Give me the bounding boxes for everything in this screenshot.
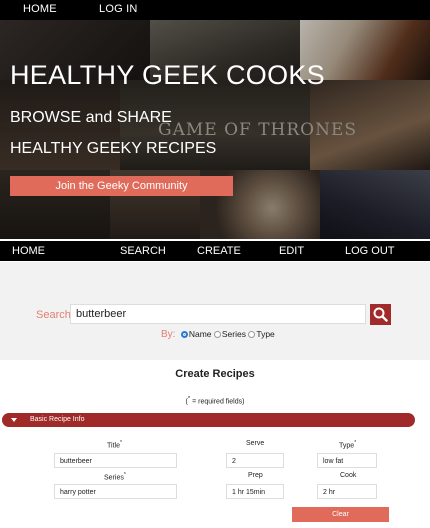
main-nav-logout-link[interactable]: LOG OUT bbox=[345, 245, 395, 257]
hero-title: HEALTHY GEEK COOKS bbox=[10, 60, 325, 90]
hero-banner: GAME OF THRONES HEALTHY GEEK COOKS BROWS… bbox=[0, 20, 430, 239]
prep-label: Prep bbox=[248, 472, 263, 479]
main-nav-search-link[interactable]: SEARCH bbox=[120, 245, 166, 257]
cook-field[interactable]: 2 hr bbox=[317, 484, 377, 499]
hero-subtitle: HEALTHY GEEKY RECIPES bbox=[10, 140, 217, 157]
chevron-down-icon bbox=[11, 418, 17, 422]
radio-name[interactable] bbox=[180, 331, 188, 338]
prep-field[interactable]: 1 hr 15min bbox=[226, 484, 284, 499]
serve-field[interactable]: 2 bbox=[226, 453, 284, 468]
search-input[interactable] bbox=[70, 304, 366, 324]
search-section: Search: By: Name Series Type bbox=[0, 262, 430, 360]
top-nav-login-link[interactable]: LOG IN bbox=[99, 3, 138, 15]
series-field[interactable]: harry potter bbox=[54, 484, 177, 499]
search-label: Search: bbox=[36, 309, 74, 321]
radio-type[interactable] bbox=[248, 331, 256, 338]
radio-series-label: Series bbox=[221, 329, 246, 339]
main-nav-edit-link[interactable]: EDIT bbox=[279, 245, 304, 257]
search-by-options: By: Name Series Type bbox=[161, 329, 275, 340]
type-field[interactable]: low fat bbox=[317, 453, 377, 468]
top-nav: HOME LOG IN bbox=[0, 0, 430, 20]
radio-type-label: Type bbox=[256, 329, 275, 339]
search-icon bbox=[373, 307, 388, 322]
serve-label: Serve bbox=[246, 440, 265, 447]
main-nav: HOME SEARCH CREATE EDIT LOG OUT bbox=[0, 241, 430, 261]
cook-label: Cook bbox=[340, 472, 357, 479]
search-by-label: By: bbox=[161, 329, 176, 340]
main-nav-create-link[interactable]: CREATE bbox=[197, 245, 241, 257]
top-nav-home-link[interactable]: HOME bbox=[23, 3, 57, 15]
hero-subtitle: BROWSE and SHARE bbox=[10, 109, 172, 126]
radio-name-label: Name bbox=[188, 329, 212, 339]
section-label: Basic Recipe Info bbox=[30, 416, 85, 423]
type-label: Type* bbox=[339, 440, 357, 450]
title-label: Title* bbox=[107, 440, 122, 450]
search-button[interactable] bbox=[370, 304, 391, 325]
title-field[interactable]: butterbeer bbox=[54, 453, 177, 468]
radio-series[interactable] bbox=[213, 331, 221, 338]
join-community-button[interactable]: Join the Geeky Community bbox=[10, 176, 233, 196]
series-label: Series* bbox=[104, 472, 126, 482]
create-recipes-title: Create Recipes bbox=[175, 368, 255, 380]
clear-button[interactable]: Clear bbox=[292, 507, 389, 522]
main-nav-home-link[interactable]: HOME bbox=[12, 245, 45, 257]
required-fields-note: (* = required fields) bbox=[185, 396, 245, 406]
basic-recipe-info-toggle[interactable]: Basic Recipe Info bbox=[2, 413, 415, 427]
